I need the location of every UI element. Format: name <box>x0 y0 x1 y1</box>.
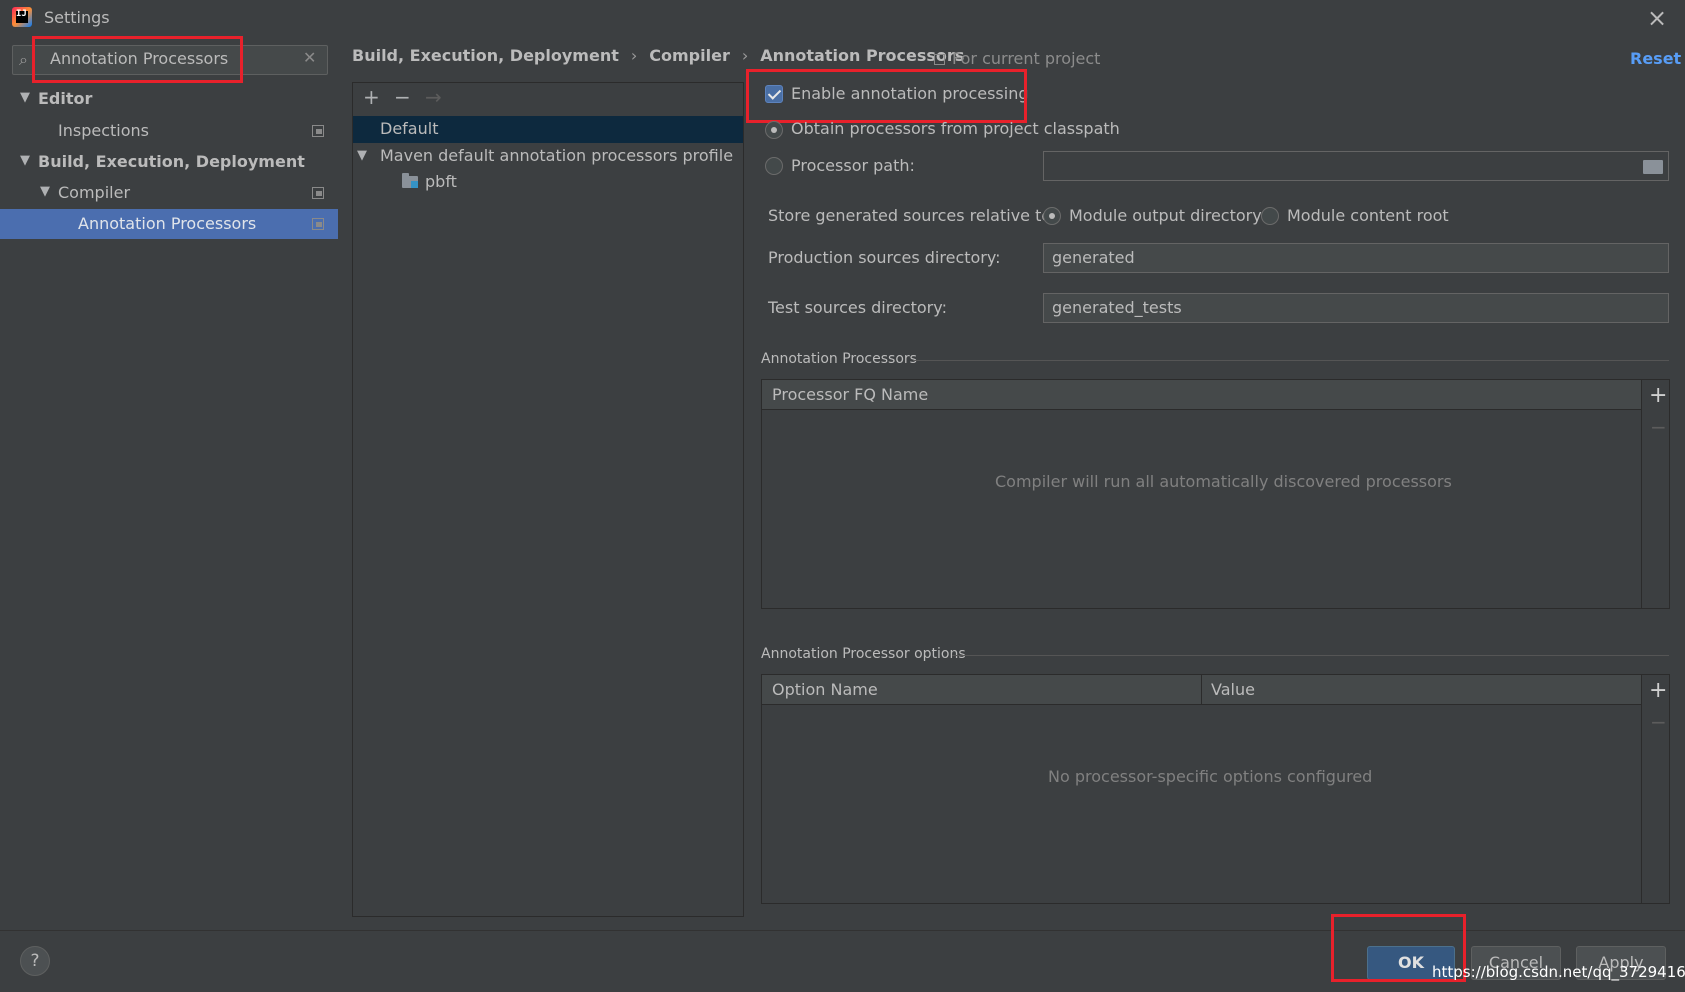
value-column[interactable]: Value <box>1211 680 1255 699</box>
test-sources-field[interactable]: generated_tests <box>1043 293 1669 323</box>
sidebar-item-compiler[interactable]: ▼ Compiler <box>0 178 338 208</box>
processors-empty-text: Compiler will run all automatically disc… <box>995 472 1452 491</box>
test-sources-label: Test sources directory: <box>768 298 947 317</box>
move-to-profile-button[interactable]: → <box>425 87 442 107</box>
processor-path-label[interactable]: Processor path: <box>791 156 915 175</box>
add-processor-button[interactable]: + <box>1649 385 1667 407</box>
processor-path-radio[interactable] <box>765 157 783 175</box>
window-title: Settings <box>44 8 110 27</box>
sidebar-item-inspections[interactable]: Inspections <box>0 116 338 146</box>
project-scope-icon <box>934 54 945 65</box>
options-empty-text: No processor-specific options configured <box>1048 767 1373 786</box>
title-bar <box>0 0 1685 38</box>
profiles-tree-panel <box>352 82 744 917</box>
expand-arrow-icon[interactable]: ▼ <box>20 153 30 168</box>
profile-default-label[interactable]: Default <box>380 119 438 138</box>
store-generated-label: Store generated sources relative to: <box>768 206 1057 225</box>
watermark-url: https://blog.csdn.net/qq_37294163 <box>1432 963 1685 981</box>
sidebar-item-label: Build, Execution, Deployment <box>38 152 305 171</box>
option-name-column[interactable]: Option Name <box>772 680 878 699</box>
processor-path-field[interactable] <box>1043 151 1669 181</box>
module-content-root-label[interactable]: Module content root <box>1287 206 1449 225</box>
module-output-directory-radio[interactable] <box>1043 207 1061 225</box>
remove-option-button[interactable]: − <box>1650 712 1667 732</box>
sidebar-item-label: Compiler <box>58 183 131 202</box>
add-profile-button[interactable]: + <box>363 87 380 107</box>
sidebar-item-label: Editor <box>38 89 93 108</box>
production-sources-label: Production sources directory: <box>768 248 1001 267</box>
sidebar-item-editor[interactable]: ▼ Editor <box>0 84 338 114</box>
close-icon[interactable]: × <box>1643 4 1671 32</box>
module-output-directory-label[interactable]: Module output directory <box>1069 206 1262 225</box>
clear-search-icon[interactable]: ✕ <box>303 48 316 67</box>
profile-maven-label[interactable]: Maven default annotation processors prof… <box>380 146 733 165</box>
highlight-box-search <box>32 36 243 83</box>
processors-section-title: Annotation Processors <box>761 351 917 367</box>
expand-arrow-icon[interactable]: ▼ <box>20 90 30 105</box>
remove-processor-button[interactable]: − <box>1650 417 1667 437</box>
column-divider <box>1201 675 1202 705</box>
section-divider <box>913 360 1669 361</box>
add-option-button[interactable]: + <box>1649 680 1667 702</box>
module-folder-icon <box>402 173 418 188</box>
processors-side-toolbar: + − <box>1641 380 1669 608</box>
options-table-header: Option Name Value <box>762 675 1641 705</box>
sidebar-item-label: Inspections <box>58 121 149 140</box>
breadcrumb-separator: › <box>741 46 749 65</box>
expand-arrow-icon[interactable]: ▼ <box>40 184 50 199</box>
obtain-from-classpath-label[interactable]: Obtain processors from project classpath <box>791 119 1120 138</box>
scope-hint: For current project <box>952 49 1101 68</box>
options-section-title: Annotation Processor options <box>761 646 966 662</box>
options-side-toolbar: + − <box>1641 675 1669 903</box>
expand-arrow-icon[interactable]: ▼ <box>357 148 367 163</box>
search-icon: ⌕ <box>19 50 28 69</box>
remove-profile-button[interactable]: − <box>394 87 411 107</box>
section-divider <box>952 655 1669 656</box>
processors-table: Processor FQ Name + − Compiler will run … <box>761 379 1670 609</box>
project-scope-icon <box>312 187 324 199</box>
browse-folder-icon[interactable] <box>1643 160 1663 174</box>
sidebar-item-build-execution-deployment[interactable]: ▼ Build, Execution, Deployment <box>0 147 338 177</box>
project-scope-icon <box>312 218 324 230</box>
breadcrumb-item[interactable]: Compiler <box>649 46 730 65</box>
breadcrumb-item[interactable]: Build, Execution, Deployment <box>352 46 619 65</box>
module-content-root-radio[interactable] <box>1261 207 1279 225</box>
processor-fq-name-column[interactable]: Processor FQ Name <box>772 385 928 404</box>
profiles-toolbar: + − → <box>353 83 743 113</box>
breadcrumb-separator: › <box>630 46 638 65</box>
module-pbft-label[interactable]: pbft <box>425 172 457 191</box>
sidebar-item-annotation-processors[interactable]: Annotation Processors <box>0 209 338 239</box>
obtain-from-classpath-radio[interactable] <box>765 121 783 139</box>
intellij-idea-icon-letters: IJ <box>16 9 27 19</box>
sidebar-item-label: Annotation Processors <box>78 214 257 233</box>
highlight-box-enable <box>746 69 1027 123</box>
project-scope-icon <box>312 125 324 137</box>
breadcrumb: Build, Execution, Deployment › Compiler › An… <box>352 46 964 65</box>
production-sources-field[interactable]: generated <box>1043 243 1669 273</box>
reset-link[interactable]: Reset <box>1630 49 1681 68</box>
options-table: Option Name Value + − No processor-speci… <box>761 674 1670 904</box>
processors-table-header: Processor FQ Name <box>762 380 1641 410</box>
help-button[interactable]: ? <box>20 946 50 976</box>
